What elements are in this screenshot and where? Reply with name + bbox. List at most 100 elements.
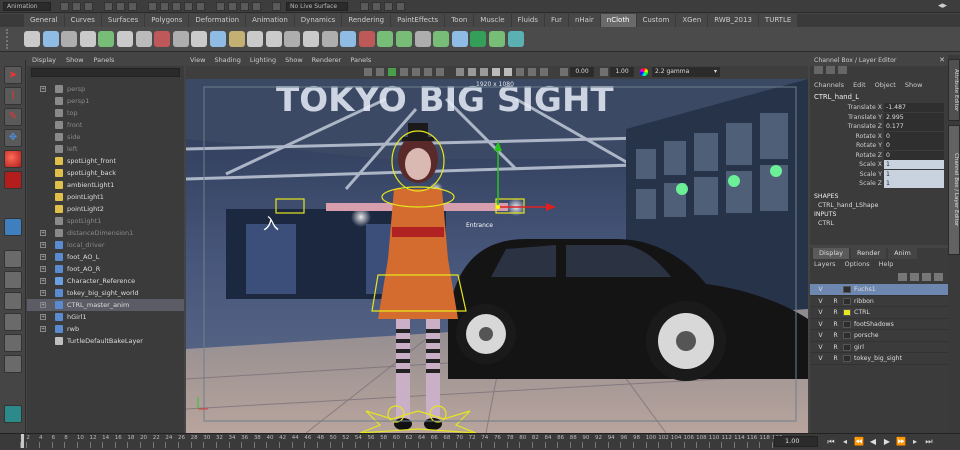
outliner-item[interactable]: + persp [27, 83, 184, 95]
layer-visibility-toggle[interactable]: V [816, 353, 825, 365]
channel-row[interactable]: Rotate Y0 [810, 141, 948, 151]
move-layer-down-icon[interactable] [910, 273, 919, 281]
move-tool-icon[interactable]: ✥ [4, 129, 22, 147]
gamma-icon[interactable] [600, 68, 608, 76]
open-scene-icon[interactable] [72, 2, 81, 11]
lasso-tool-icon[interactable]: ⌇ [4, 87, 22, 105]
outliner-filter-field[interactable] [31, 68, 180, 77]
expand-icon[interactable]: + [40, 278, 46, 284]
shelf-tool-icon[interactable] [433, 31, 450, 47]
shelf-tool-icon[interactable] [247, 31, 264, 47]
persp-graph-layout-icon[interactable] [4, 313, 22, 331]
layer-color-swatch[interactable] [843, 286, 851, 293]
shelf-tab-ncloth[interactable]: nCloth [600, 14, 636, 27]
tab-attribute-editor[interactable]: Attribute Editor [948, 59, 960, 121]
exposure-field[interactable]: 0.00 [570, 67, 594, 77]
shelf-tab-nhair[interactable]: nHair [568, 14, 600, 27]
channel-value[interactable]: -1.487 [884, 103, 944, 112]
new-layer-from-selection-icon[interactable] [934, 273, 943, 281]
gamma-field[interactable]: 1.00 [610, 67, 634, 77]
layer-row[interactable]: V Rribbon [810, 296, 948, 307]
step-back-key-icon[interactable]: ⏪ [854, 436, 864, 447]
shelf-tool-icon[interactable] [42, 31, 59, 47]
channel-value[interactable]: 1 [884, 179, 944, 188]
current-time-indicator[interactable] [21, 434, 24, 448]
viewport-menu-shading[interactable]: Shading [214, 55, 240, 66]
camera-attributes-icon[interactable] [376, 68, 384, 76]
new-empty-layer-icon[interactable] [922, 273, 931, 281]
step-forward-frame-icon[interactable]: ▸ [910, 436, 920, 447]
outliner-item[interactable]: spotLight_back [27, 167, 184, 179]
shelf-tab-toon[interactable]: Toon [445, 14, 474, 27]
xray-icon[interactable] [528, 68, 536, 76]
shelf-tab-rwb_2013[interactable]: RWB_2013 [708, 14, 758, 27]
channel-value[interactable]: 0 [884, 141, 944, 150]
render-settings-icon[interactable] [384, 2, 393, 11]
rotate-tool-icon[interactable] [4, 150, 22, 168]
channel-value[interactable]: 2.995 [884, 112, 944, 122]
layer-row[interactable]: V Rgirl [810, 342, 948, 353]
paint-select-tool-icon[interactable]: ✎ [4, 108, 22, 126]
render-frame-icon[interactable] [360, 2, 369, 11]
scene-render[interactable]: TOKYO BIG SIGHT 入 Entrance 1920 x 1080 [186, 79, 808, 433]
shelf-tab-deformation[interactable]: Deformation [189, 14, 246, 27]
ipr-render-icon[interactable] [372, 2, 381, 11]
channel-value[interactable]: 0.177 [884, 122, 944, 131]
layer-reference-toggle[interactable]: R [831, 353, 840, 365]
layer-color-swatch[interactable] [843, 355, 851, 362]
textured-icon[interactable] [480, 68, 488, 76]
shelf-tool-icon[interactable] [98, 31, 115, 47]
step-back-frame-icon[interactable]: ◂ [840, 436, 850, 447]
viewport-menu-show[interactable]: Show [285, 55, 303, 66]
channel-box-menu-channels[interactable]: Channels [814, 80, 844, 91]
menu-set-dropdown[interactable]: Animation [3, 2, 51, 11]
layer-reference-toggle[interactable]: R [831, 319, 840, 331]
select-handles-icon[interactable] [148, 2, 157, 11]
select-tool-icon[interactable]: ➤ [4, 66, 22, 84]
outliner-item[interactable]: ambientLight1 [27, 179, 184, 191]
snap-point-icon[interactable] [240, 2, 249, 11]
shelf-tool-icon[interactable] [117, 31, 133, 47]
layer-row[interactable]: V Rporsche [810, 330, 948, 342]
go-to-end-icon[interactable]: ⏭ [924, 436, 934, 447]
select-joints-icon[interactable] [160, 2, 169, 11]
channel-row[interactable]: Rotate X0 [810, 131, 948, 142]
shelf-tool-icon[interactable] [451, 31, 468, 47]
shelf-tool-icon[interactable] [377, 31, 394, 47]
channel-value[interactable]: 0 [884, 131, 944, 141]
grid-icon[interactable] [412, 68, 420, 76]
outliner-item[interactable]: pointLight2 [27, 203, 184, 215]
layer-reference-toggle[interactable]: R [831, 307, 840, 319]
new-scene-icon[interactable] [60, 2, 69, 11]
channel-row[interactable]: Scale Y1 [810, 169, 948, 180]
outliner-item[interactable]: left [27, 143, 184, 155]
outliner-item[interactable]: top [27, 107, 184, 119]
shelf-tab-muscle[interactable]: Muscle [474, 14, 511, 27]
expand-icon[interactable]: + [40, 254, 46, 260]
expand-icon[interactable]: + [40, 290, 46, 296]
tool-settings-icon[interactable] [838, 66, 847, 74]
outliner-item[interactable]: front [27, 119, 184, 131]
select-object-icon[interactable] [116, 2, 125, 11]
step-forward-key-icon[interactable]: ⏩ [896, 436, 906, 447]
layer-color-swatch[interactable] [843, 309, 851, 316]
view-transform-dropdown[interactable]: 2.2 gamma ▾ [652, 67, 720, 77]
shelf-tool-icon[interactable] [470, 31, 487, 47]
hypershade-icon[interactable] [396, 2, 405, 11]
expand-icon[interactable]: + [40, 230, 46, 236]
shelf-tool-icon[interactable] [414, 31, 431, 47]
xray-joints-icon[interactable] [540, 68, 548, 76]
channel-box-menu-object[interactable]: Object [875, 80, 896, 91]
shelf-tool-icon[interactable] [24, 31, 40, 47]
channel-row[interactable]: Translate Y 2.995 [810, 112, 948, 123]
shelf-tool-icon[interactable] [265, 31, 282, 47]
shelf-tool-icon[interactable] [191, 31, 208, 47]
viewport-menu-panels[interactable]: Panels [350, 55, 371, 66]
layer-color-swatch[interactable] [843, 332, 851, 339]
attribute-editor-icon[interactable] [826, 66, 835, 74]
shelf-tab-animation[interactable]: Animation [246, 14, 294, 27]
shelf-tool-icon[interactable] [507, 31, 524, 47]
construction-history-icon[interactable] [272, 2, 281, 11]
resolution-gate-icon[interactable] [436, 68, 444, 76]
outliner-item[interactable]: + local_driver [27, 239, 184, 251]
